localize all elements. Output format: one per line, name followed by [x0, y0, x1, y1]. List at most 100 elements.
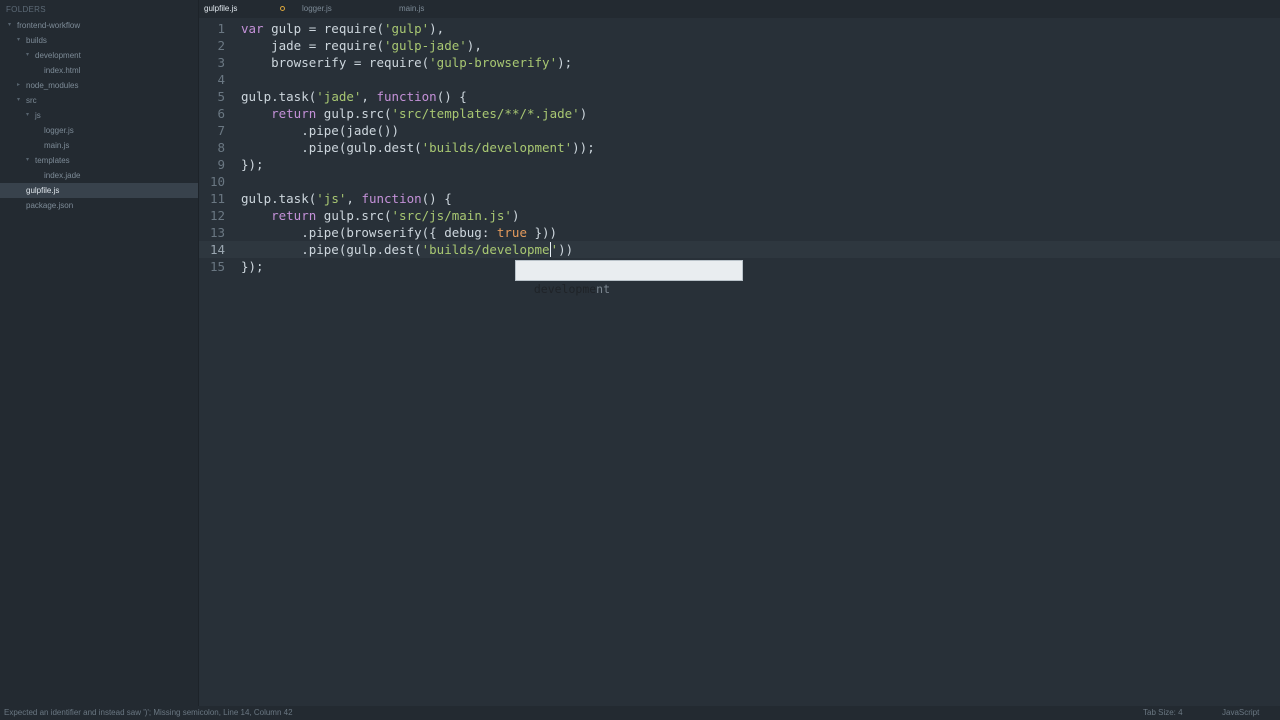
code-text: gulp.task('js', function() {	[241, 190, 452, 207]
code-line[interactable]: 4	[199, 71, 1280, 88]
status-message: Expected an identifier and instead saw '…	[4, 708, 293, 717]
status-bar: Expected an identifier and instead saw '…	[0, 706, 1280, 720]
chevron-down-icon[interactable]: ▾	[8, 18, 11, 33]
sidebar-item[interactable]: ▸ node_modules	[0, 78, 198, 93]
code-token: '	[550, 242, 559, 257]
tab-main-js[interactable]: main.js	[399, 0, 424, 18]
code-text: var gulp = require('gulp'),	[241, 20, 444, 37]
unsaved-dot-icon[interactable]	[280, 6, 285, 11]
sidebar-item[interactable]: logger.js	[0, 123, 198, 138]
code-line[interactable]: 13 .pipe(browserify({ debug: true }))	[199, 224, 1280, 241]
chevron-down-icon[interactable]: ▾	[26, 153, 29, 168]
code-text: .pipe(browserify({ debug: true }))	[241, 224, 557, 241]
sidebar-item-label: index.html	[44, 66, 81, 75]
code-token: jade = require(	[241, 38, 384, 53]
sidebar-item[interactable]: main.js	[0, 138, 198, 153]
code-text: jade = require('gulp-jade'),	[241, 37, 482, 54]
code-line[interactable]: 10	[199, 173, 1280, 190]
sidebar-item-label: js	[35, 111, 41, 120]
chevron-down-icon[interactable]: ▾	[26, 48, 29, 63]
line-number: 15	[209, 259, 225, 274]
code-line[interactable]: 11 gulp.task('js', function() {	[199, 190, 1280, 207]
code-text: .pipe(jade())	[241, 122, 399, 139]
code-token: )	[511, 208, 520, 223]
code-line[interactable]: 14 .pipe(gulp.dest('builds/developme'))	[199, 241, 1280, 258]
line-number: 2	[217, 38, 225, 53]
code-line[interactable]: 3 browserify = require('gulp-browserify'…	[199, 54, 1280, 71]
line-number: 12	[209, 208, 225, 223]
code-token: gulp = require(	[263, 21, 384, 36]
sidebar-item[interactable]: ▾ js	[0, 108, 198, 123]
syntax-indicator[interactable]: JavaScript	[1222, 706, 1259, 720]
code-token: 'src/templates/**/*.jade'	[391, 106, 580, 121]
code-text: .pipe(gulp.dest('builds/developme'))	[241, 241, 573, 258]
sidebar-item[interactable]: index.jade	[0, 168, 198, 183]
sidebar-item[interactable]: package.json	[0, 198, 198, 213]
line-number: 5	[217, 89, 225, 104]
sidebar-item-label: gulpfile.js	[26, 186, 60, 195]
chevron-down-icon[interactable]: ▾	[17, 93, 20, 108]
sidebar-item-label: logger.js	[44, 126, 74, 135]
code-token: 'jade'	[316, 89, 362, 104]
chevron-down-icon[interactable]: ▾	[17, 33, 20, 48]
code-token: });	[241, 259, 264, 274]
tab-size-indicator[interactable]: Tab Size: 4	[1143, 706, 1183, 720]
code-line[interactable]: 7 .pipe(jade())	[199, 122, 1280, 139]
line-number: 9	[217, 157, 225, 172]
code-token: () {	[421, 191, 452, 206]
code-token: 'builds/development'	[421, 140, 573, 155]
code-token: ),	[466, 38, 482, 53]
folders-header: FOLDERS	[6, 5, 46, 14]
tab-gulpfile-js[interactable]: gulpfile.js	[204, 0, 237, 18]
code-text: });	[241, 258, 264, 275]
code-token: .pipe(gulp.dest(	[241, 242, 422, 257]
sidebar-item-label: package.json	[26, 201, 74, 210]
code-token: () {	[436, 89, 467, 104]
tab-bar: gulpfile.js logger.js main.js	[199, 0, 1280, 18]
code-token: 'gulp-browserify'	[429, 55, 558, 70]
code-editor[interactable]: 1 var gulp = require('gulp'), 2 jade = req…	[199, 18, 1280, 706]
code-line[interactable]: 2 jade = require('gulp-jade'),	[199, 37, 1280, 54]
line-number: 6	[217, 106, 225, 121]
code-text: });	[241, 156, 264, 173]
sidebar-item[interactable]: ▾ frontend-workflow	[0, 18, 198, 33]
code-token: function	[376, 89, 437, 104]
code-token: browserify = require(	[241, 55, 430, 70]
code-token: var	[241, 21, 264, 36]
code-text: gulp.task('jade', function() {	[241, 88, 467, 105]
sidebar-item[interactable]: ▾ builds	[0, 33, 198, 48]
code-text: return gulp.src('src/templates/**/*.jade…	[241, 105, 587, 122]
sidebar-item[interactable]: ▾ development	[0, 48, 198, 63]
code-line[interactable]: 8 .pipe(gulp.dest('builds/development'))…	[199, 139, 1280, 156]
tab-logger-js[interactable]: logger.js	[302, 0, 332, 18]
code-token: ),	[429, 21, 445, 36]
code-line[interactable]: 6 return gulp.src('src/templates/**/*.ja…	[199, 105, 1280, 122]
autocomplete-popup[interactable]: development	[515, 260, 743, 296]
sidebar-item-label: node_modules	[26, 81, 79, 90]
code-token: ,	[361, 89, 377, 104]
autocomplete-rest: nt	[596, 282, 611, 296]
code-token: true	[496, 225, 527, 240]
sidebar-item[interactable]: ▾ src	[0, 93, 198, 108]
code-line[interactable]: 12 return gulp.src('src/js/main.js')	[199, 207, 1280, 224]
chevron-right-icon[interactable]: ▸	[17, 78, 20, 93]
code-token: return	[271, 208, 317, 223]
code-token: function	[361, 191, 422, 206]
code-line[interactable]: 9});	[199, 156, 1280, 173]
sidebar-item[interactable]: gulpfile.js	[0, 183, 198, 198]
code-token: .pipe(browserify({ debug:	[241, 225, 497, 240]
code-line[interactable]: 1 var gulp = require('gulp'),	[199, 20, 1280, 37]
sidebar-item-label: builds	[26, 36, 47, 45]
sidebar-item-label: main.js	[44, 141, 70, 150]
sidebar-item-label: index.jade	[44, 171, 81, 180]
code-token: });	[241, 157, 264, 172]
line-number: 14	[209, 242, 225, 257]
code-line[interactable]: 5 gulp.task('jade', function() {	[199, 88, 1280, 105]
code-token: gulp.src(	[316, 208, 392, 223]
code-token: ,	[346, 191, 362, 206]
sidebar-item[interactable]: index.html	[0, 63, 198, 78]
sidebar-item[interactable]: ▾ templates	[0, 153, 198, 168]
chevron-down-icon[interactable]: ▾	[26, 108, 29, 123]
